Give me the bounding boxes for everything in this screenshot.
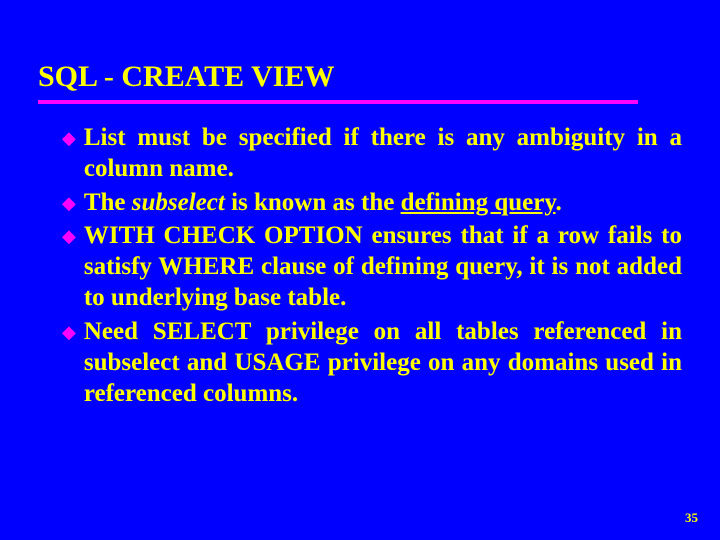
page-number: 35 (685, 510, 698, 526)
list-item: ◆ Need SELECT privilege on all tables re… (62, 316, 682, 410)
bullet-text: Need SELECT privilege on all tables refe… (84, 316, 682, 410)
slide: SQL - CREATE VIEW ◆ List must be specifi… (0, 0, 720, 409)
list-item: ◆ List must be specified if there is any… (62, 122, 682, 185)
list-item: ◆ The subselect is known as the defining… (62, 187, 682, 218)
bullet-text: List must be specified if there is any a… (84, 122, 682, 185)
title-underline (38, 100, 638, 104)
list-item: ◆ WITH CHECK OPTION ensures that if a ro… (62, 220, 682, 314)
bullet-text: The subselect is known as the defining q… (84, 187, 682, 218)
text-segment: Need SELECT privilege on all tables refe… (84, 318, 682, 408)
text-underline: defining query (401, 189, 556, 216)
text-segment: List must be specified if there is any a… (84, 124, 682, 182)
diamond-bullet-icon: ◆ (62, 322, 76, 343)
diamond-bullet-icon: ◆ (62, 128, 76, 149)
diamond-bullet-icon: ◆ (62, 226, 76, 247)
diamond-bullet-icon: ◆ (62, 193, 76, 214)
slide-title: SQL - CREATE VIEW (38, 60, 682, 94)
text-segment: . (555, 189, 561, 216)
bullet-list: ◆ List must be specified if there is any… (38, 122, 682, 409)
text-italic: subselect (132, 189, 225, 216)
text-segment: is known as the (225, 189, 401, 216)
text-segment: The (84, 189, 132, 216)
bullet-text: WITH CHECK OPTION ensures that if a row … (84, 220, 682, 314)
text-segment: WITH CHECK OPTION ensures that if a row … (84, 222, 682, 312)
